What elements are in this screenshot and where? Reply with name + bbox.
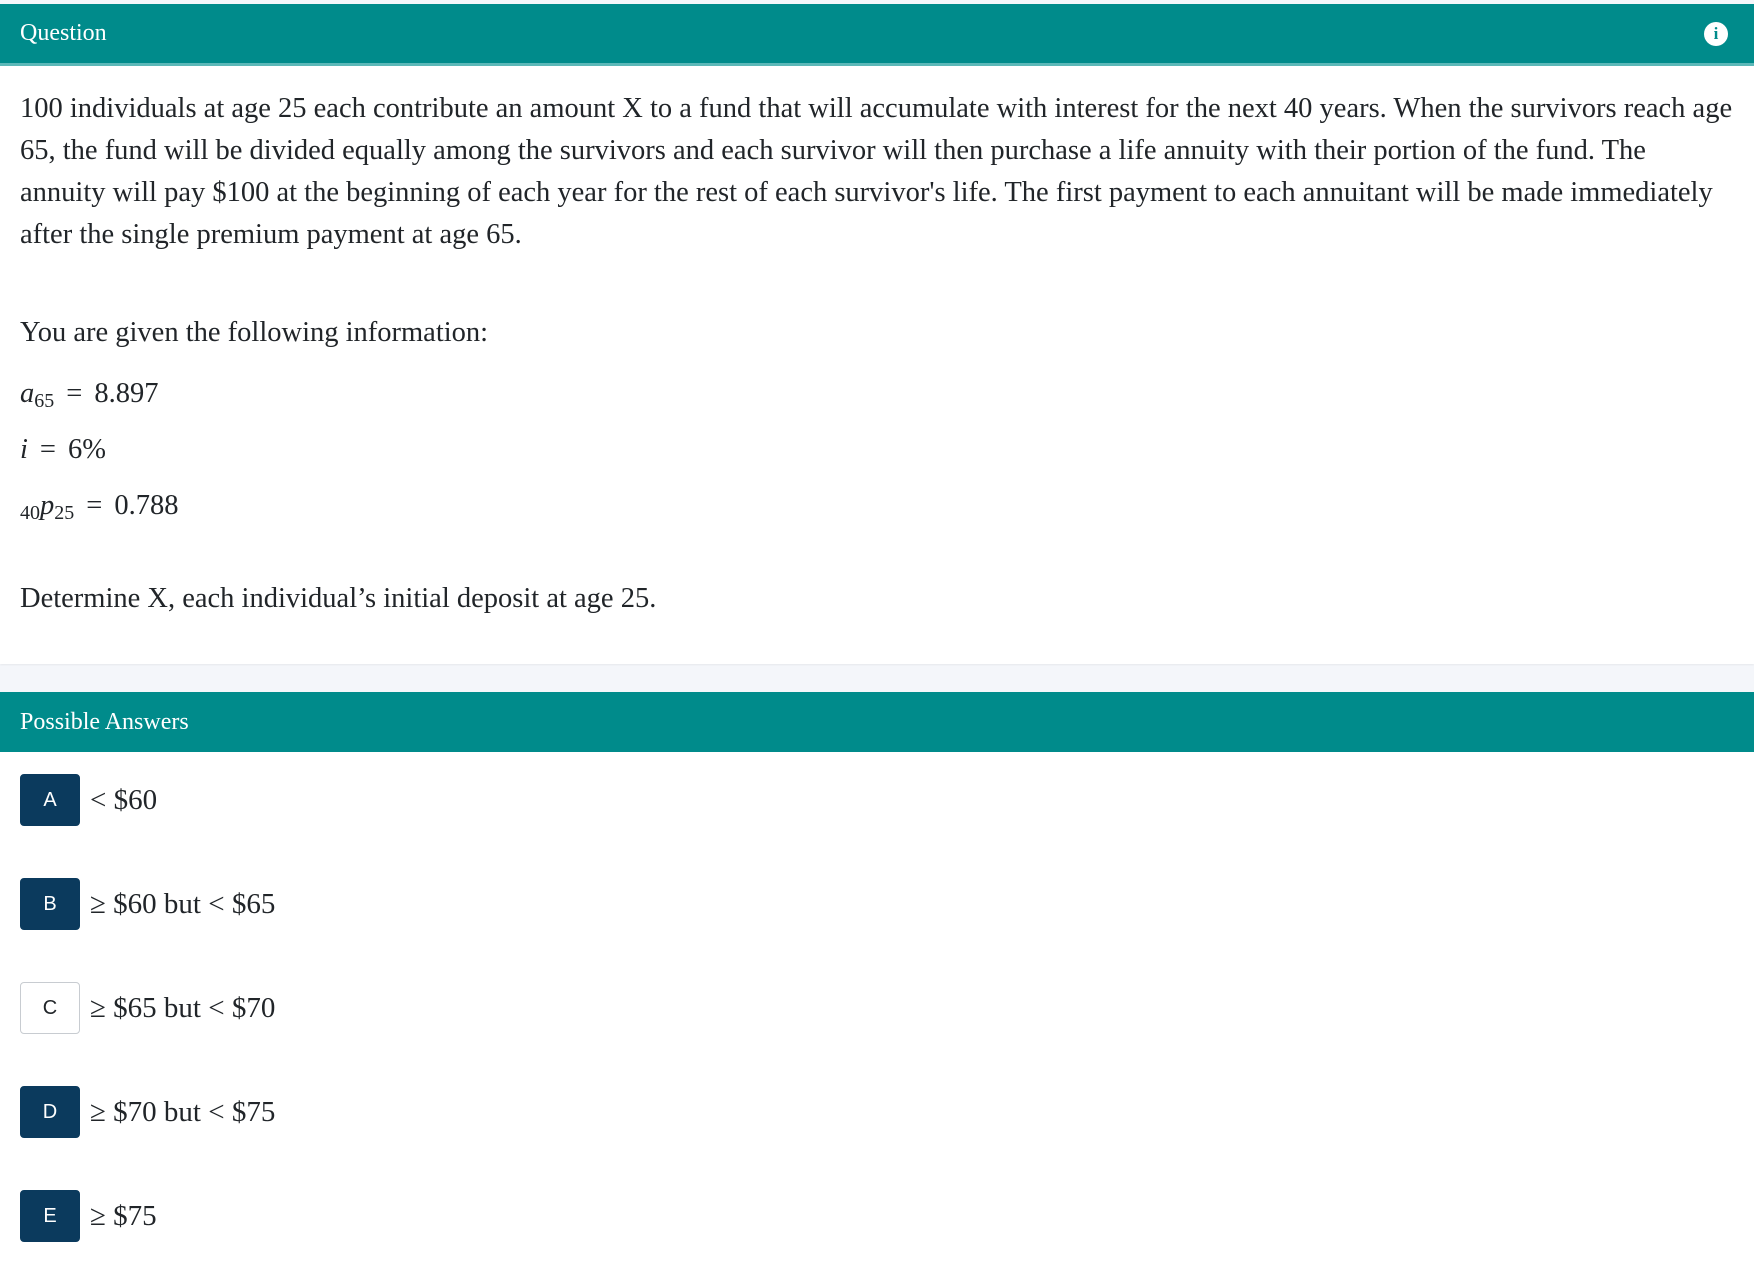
answers-header: Possible Answers: [0, 692, 1754, 752]
answer-letter-badge[interactable]: E: [20, 1190, 80, 1242]
given-symbol: p: [40, 490, 55, 521]
given-symbol: i: [20, 434, 28, 465]
given-interest-rate: i = 6%: [20, 422, 1734, 478]
answer-option-a[interactable]: A < $60: [20, 774, 1754, 826]
answer-letter-badge[interactable]: B: [20, 878, 80, 930]
answers-panel: Possible Answers A < $60 B ≥ $60 but < $…: [0, 692, 1754, 1264]
given-symbol: a: [20, 378, 35, 409]
answer-letter-badge[interactable]: D: [20, 1086, 80, 1138]
answer-option-b[interactable]: B ≥ $60 but < $65: [20, 878, 1754, 930]
answer-option-c[interactable]: C ≥ $65 but < $70: [20, 982, 1754, 1034]
answer-letter-badge[interactable]: C: [20, 982, 80, 1034]
answers-header-title: Possible Answers: [20, 708, 189, 735]
given-value: 0.788: [114, 490, 179, 521]
question-prompt: Determine X, each individual’s initial d…: [20, 583, 657, 614]
question-body: 100 individuals at age 25 each contribut…: [0, 66, 1754, 620]
answer-option-e[interactable]: E ≥ $75: [20, 1190, 1754, 1242]
info-icon[interactable]: i: [1704, 21, 1728, 46]
given-heading: You are given the following information:: [20, 317, 489, 348]
question-panel: Question i 100 individuals at age 25 eac…: [0, 4, 1754, 664]
answer-text[interactable]: < $60: [90, 784, 157, 817]
given-value: 6%: [68, 434, 106, 465]
question-header-title: Question: [20, 20, 107, 46]
answer-text[interactable]: ≥ $75: [90, 1200, 157, 1233]
answer-text[interactable]: ≥ $70 but < $75: [90, 1096, 275, 1129]
equals-sign: =: [66, 378, 83, 409]
question-header: Question i: [0, 4, 1754, 66]
given-annuity-factor: a 65 = 8.897: [20, 366, 1734, 422]
equals-sign: =: [86, 490, 103, 521]
given-subscript: 65: [34, 390, 55, 412]
equals-sign: =: [39, 434, 56, 465]
given-survival-probability: 40 p 25 = 0.788: [20, 478, 1734, 534]
given-pre-subscript: 40: [20, 502, 40, 524]
answer-letter-badge[interactable]: A: [20, 774, 80, 826]
answers-list: A < $60 B ≥ $60 but < $65 C ≥ $65 but < …: [0, 752, 1754, 1242]
answer-option-d[interactable]: D ≥ $70 but < $75: [20, 1086, 1754, 1138]
answer-text[interactable]: ≥ $65 but < $70: [90, 992, 275, 1025]
answer-text[interactable]: ≥ $60 but < $65: [90, 888, 275, 921]
given-value: 8.897: [94, 378, 159, 409]
question-intro: 100 individuals at age 25 each contribut…: [20, 93, 1733, 250]
given-subscript: 25: [54, 502, 75, 524]
